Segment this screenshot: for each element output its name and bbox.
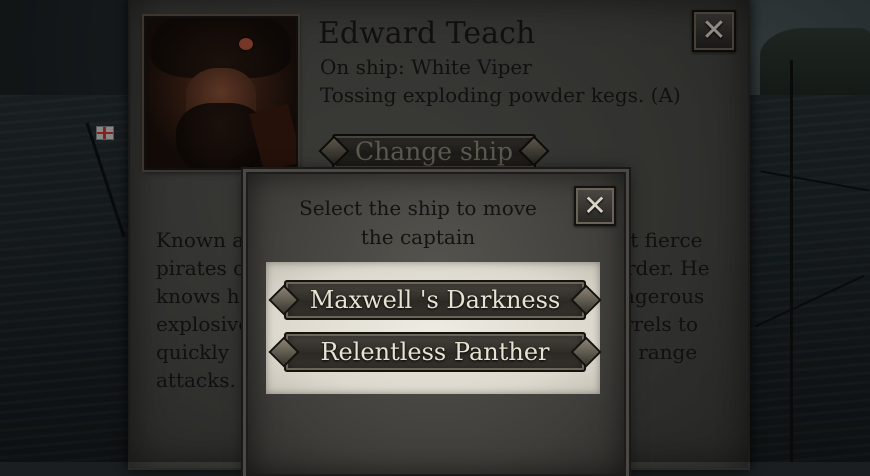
close-icon: ✕	[583, 189, 607, 222]
ship-option-label: Maxwell 's Darkness	[309, 286, 561, 314]
ship-option-button[interactable]: Relentless Panther	[268, 332, 602, 372]
ship-option-button[interactable]: Maxwell 's Darkness	[268, 280, 602, 320]
ship-option-label: Relentless Panther	[320, 338, 550, 366]
select-ship-dialog: Select the ship to move the captain ✕ Ma…	[246, 172, 626, 476]
dialog-title: Select the ship to move the captain	[299, 196, 537, 249]
ship-list: Maxwell 's Darkness Relentless Panther	[266, 262, 602, 394]
close-dialog-button[interactable]: ✕	[574, 186, 616, 226]
